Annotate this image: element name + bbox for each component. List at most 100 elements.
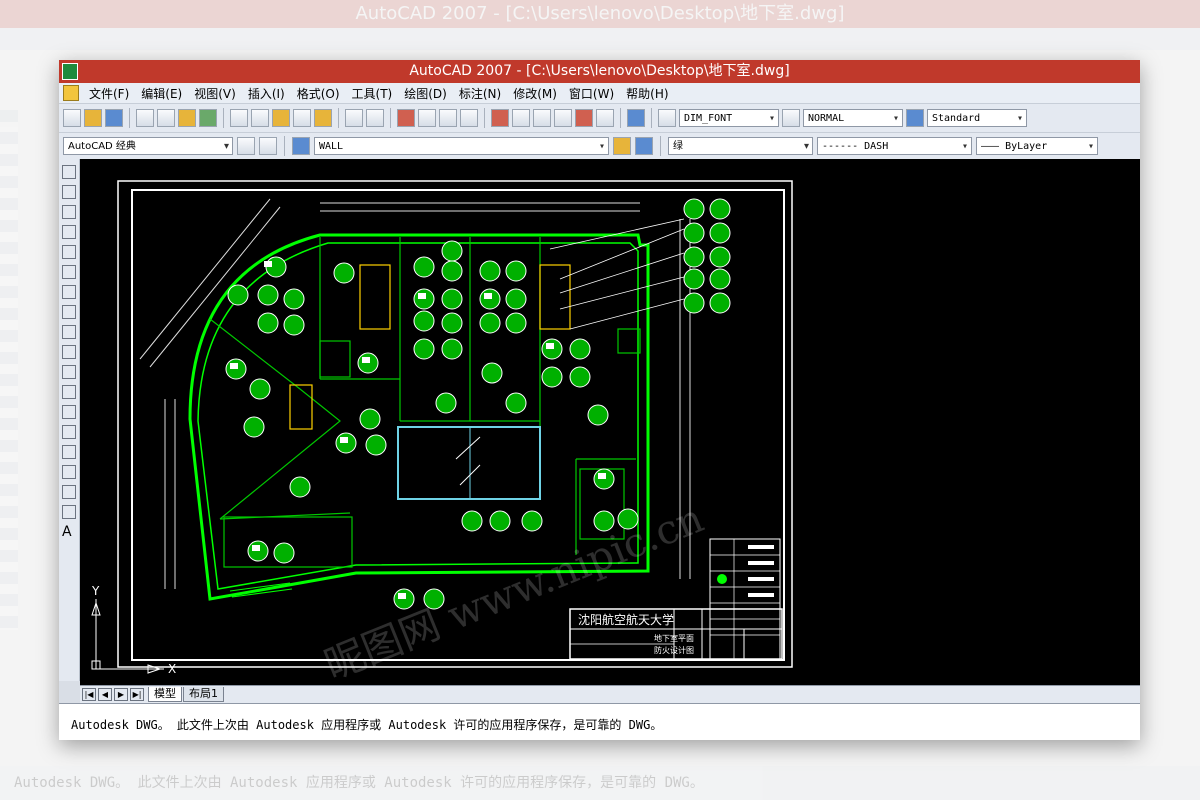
markup-icon[interactable] — [575, 109, 593, 127]
separator — [390, 108, 391, 128]
layer-select[interactable]: WALL — [314, 137, 609, 156]
menu-edit[interactable]: 编辑(E) — [135, 85, 188, 102]
menu-format[interactable]: 格式(O) — [291, 85, 346, 102]
workspace-select[interactable]: AutoCAD 经典 — [63, 137, 233, 156]
sheet-set-icon[interactable] — [554, 109, 572, 127]
bg-menu — [0, 28, 1200, 50]
title-block: 沈阳航空航天大学 地下室平面 防火设计图 — [569, 608, 783, 660]
prev-tab-arrow-icon[interactable]: ◀ — [98, 688, 112, 701]
ellipse-arc-icon[interactable] — [62, 365, 76, 379]
arc-icon[interactable] — [62, 265, 76, 279]
line-icon[interactable] — [62, 165, 76, 179]
zoom-realtime-icon[interactable] — [418, 109, 436, 127]
tool-palettes-icon[interactable] — [533, 109, 551, 127]
save-workspace-icon[interactable] — [259, 137, 277, 155]
ellipse-icon[interactable] — [62, 345, 76, 359]
dim-style-icon[interactable] — [782, 109, 800, 127]
color-select[interactable]: 绿 — [668, 137, 813, 156]
menu-dimension[interactable]: 标注(N) — [453, 85, 507, 102]
next-tab-arrow-icon[interactable]: ▶ — [114, 688, 128, 701]
text-style-select[interactable]: DIM_FONT — [679, 109, 779, 128]
layout-tabs: |◀ ◀ ▶ ▶| 模型 布局1 — [80, 685, 1140, 703]
paste-icon[interactable] — [272, 109, 290, 127]
table-icon[interactable] — [62, 505, 76, 519]
command-history-line: Autodesk DWG。 此文件上次由 Autodesk 应用程序或 Auto… — [71, 718, 663, 732]
interior-walls — [209, 237, 641, 568]
circle-icon[interactable] — [62, 285, 76, 299]
cut-icon[interactable] — [230, 109, 248, 127]
region-icon[interactable] — [62, 485, 76, 499]
menu-file[interactable]: 文件(F) — [83, 85, 135, 102]
make-object-layer-current-icon[interactable] — [613, 137, 631, 155]
pan-icon[interactable] — [397, 109, 415, 127]
layer-manager-icon[interactable] — [292, 137, 310, 155]
title-block-drawing-name: 地下室平面 — [654, 633, 694, 643]
table-style-icon[interactable] — [906, 109, 924, 127]
new-icon[interactable] — [63, 109, 81, 127]
construction-line-icon[interactable] — [62, 185, 76, 199]
document-icon[interactable] — [63, 85, 79, 101]
polyline-icon[interactable] — [62, 205, 76, 219]
dim-style-select[interactable]: NORMAL — [803, 109, 903, 128]
undo-icon[interactable] — [345, 109, 363, 127]
first-tab-arrow-icon[interactable]: |◀ — [82, 688, 96, 701]
multiline-text-icon[interactable]: A — [62, 525, 76, 539]
preview-icon[interactable] — [157, 109, 175, 127]
standard-toolbar: DIM_FONT NORMAL Standard — [59, 104, 1140, 133]
rectangle-icon[interactable] — [62, 245, 76, 259]
last-tab-arrow-icon[interactable]: ▶| — [130, 688, 144, 701]
ucs-y-label: Y — [91, 584, 100, 598]
workspace-settings-icon[interactable] — [237, 137, 255, 155]
legend-bubbles — [549, 198, 731, 330]
make-block-icon[interactable] — [62, 405, 76, 419]
layer-previous-icon[interactable] — [635, 137, 653, 155]
linetype-select[interactable]: ------ DASH — [817, 137, 972, 156]
tab-layout1[interactable]: 布局1 — [183, 687, 224, 702]
menu-insert[interactable]: 插入(I) — [242, 85, 291, 102]
title-bar: AutoCAD 2007 - [C:\Users\lenovo\Desktop\… — [59, 60, 1140, 83]
separator — [484, 108, 485, 128]
open-icon[interactable] — [84, 109, 102, 127]
revision-cloud-icon[interactable] — [62, 305, 76, 319]
separator — [660, 136, 661, 156]
draw-toolbar: A — [59, 159, 80, 681]
save-icon[interactable] — [105, 109, 123, 127]
point-icon[interactable] — [62, 425, 76, 439]
calculator-icon[interactable] — [596, 109, 614, 127]
ucs-x-label: X — [168, 662, 176, 676]
design-center-icon[interactable] — [512, 109, 530, 127]
central-atrium — [397, 426, 541, 500]
publish-icon[interactable] — [178, 109, 196, 127]
hatch-icon[interactable] — [62, 445, 76, 459]
autocad-window: AutoCAD 2007 - [C:\Users\lenovo\Desktop\… — [59, 60, 1140, 740]
drawing-canvas[interactable]: 沈阳航空航天大学 地下室平面 防火设计图 Y X 昵图网 www.nipic.c… — [80, 159, 1140, 689]
block-editor-icon[interactable] — [314, 109, 332, 127]
copy-icon[interactable] — [251, 109, 269, 127]
lineweight-select[interactable]: ——— ByLayer — [976, 137, 1098, 156]
help-icon[interactable] — [627, 109, 645, 127]
insert-block-icon[interactable] — [62, 385, 76, 399]
zoom-previous-icon[interactable] — [460, 109, 478, 127]
menu-draw[interactable]: 绘图(D) — [398, 85, 453, 102]
menu-help[interactable]: 帮助(H) — [620, 85, 674, 102]
spline-icon[interactable] — [62, 325, 76, 339]
menu-view[interactable]: 视图(V) — [188, 85, 242, 102]
zoom-window-icon[interactable] — [439, 109, 457, 127]
print-icon[interactable] — [136, 109, 154, 127]
text-style-icon[interactable] — [658, 109, 676, 127]
tab-model[interactable]: 模型 — [148, 687, 182, 702]
gradient-icon[interactable] — [62, 465, 76, 479]
menu-modify[interactable]: 修改(M) — [507, 85, 563, 102]
title-block-drawing-type: 防火设计图 — [654, 645, 694, 655]
match-properties-icon[interactable] — [293, 109, 311, 127]
properties-icon[interactable] — [491, 109, 509, 127]
3d-dwf-icon[interactable] — [199, 109, 217, 127]
menu-window[interactable]: 窗口(W) — [563, 85, 620, 102]
drawing-svg: 沈阳航空航天大学 地下室平面 防火设计图 Y X 昵图网 www.nipic.c… — [91, 180, 793, 689]
command-window[interactable]: Autodesk DWG。 此文件上次由 Autodesk 应用程序或 Auto… — [59, 703, 1140, 740]
redo-icon[interactable] — [366, 109, 384, 127]
table-style-select[interactable]: Standard — [927, 109, 1027, 128]
watermark: 昵图网 www.nipic.cn — [318, 495, 709, 685]
polygon-icon[interactable] — [62, 225, 76, 239]
menu-tools[interactable]: 工具(T) — [346, 85, 399, 102]
